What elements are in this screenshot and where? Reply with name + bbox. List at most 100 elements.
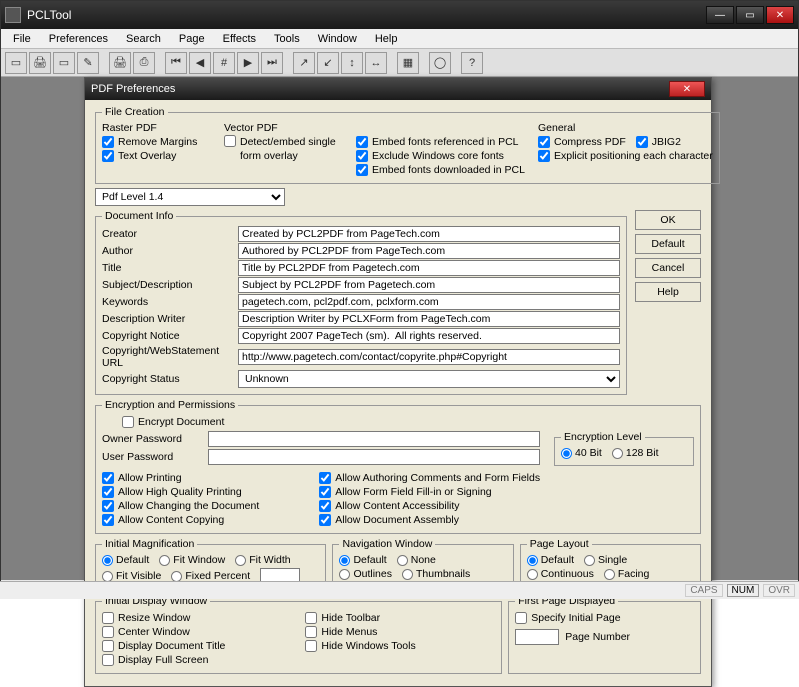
menu-help[interactable]: Help: [367, 31, 406, 47]
user-password-input[interactable]: [208, 449, 540, 465]
toolbar-button-a[interactable]: ↗: [293, 52, 315, 74]
exclude-core-checkbox[interactable]: [356, 150, 368, 162]
encrypt-doc-checkbox[interactable]: [122, 416, 134, 428]
display-title-checkbox[interactable]: [102, 640, 114, 652]
resize-window-checkbox[interactable]: [102, 612, 114, 624]
nav-thumbnails-radio[interactable]: [402, 569, 413, 580]
file-creation-group: File Creation Raster PDF Remove Margins …: [95, 106, 720, 184]
menu-search[interactable]: Search: [118, 31, 169, 47]
close-button[interactable]: ✕: [766, 6, 794, 24]
detect-embed-checkbox[interactable]: [224, 135, 236, 147]
menu-preferences[interactable]: Preferences: [41, 31, 116, 47]
mag-default-radio[interactable]: [102, 555, 113, 566]
descwriter-input[interactable]: [238, 311, 620, 327]
next-page-button[interactable]: ▶: [237, 52, 259, 74]
layout-continuous-radio[interactable]: [527, 569, 538, 580]
layout-single-radio[interactable]: [584, 555, 595, 566]
toolbar-button-e[interactable]: ▦: [397, 52, 419, 74]
menu-effects[interactable]: Effects: [215, 31, 264, 47]
toolbar-button-c[interactable]: ↕: [341, 52, 363, 74]
embed-down-checkbox[interactable]: [356, 164, 368, 176]
author-input[interactable]: [238, 243, 620, 259]
menu-page[interactable]: Page: [171, 31, 213, 47]
keywords-input[interactable]: [238, 294, 620, 310]
help-button[interactable]: Help: [635, 282, 701, 302]
toolbar-button-2[interactable]: 🖨: [29, 52, 51, 74]
status-num: NUM: [727, 584, 760, 597]
allow-authoring-checkbox[interactable]: [319, 472, 331, 484]
text-overlay-checkbox[interactable]: [102, 150, 114, 162]
raster-pdf-head: Raster PDF: [102, 122, 212, 134]
maximize-button[interactable]: ▭: [736, 6, 764, 24]
toolbar-button-5[interactable]: 🖨: [109, 52, 131, 74]
default-button[interactable]: Default: [635, 234, 701, 254]
remove-margins-checkbox[interactable]: [102, 136, 114, 148]
menu-tools[interactable]: Tools: [266, 31, 308, 47]
center-window-checkbox[interactable]: [102, 626, 114, 638]
content-area: PDF Preferences ✕ File Creation Raster P…: [1, 77, 798, 580]
cancel-button[interactable]: Cancel: [635, 258, 701, 278]
jbig2-checkbox[interactable]: [636, 136, 648, 148]
layout-facing-radio[interactable]: [604, 569, 615, 580]
mag-fitwidth-radio[interactable]: [235, 555, 246, 566]
creator-input[interactable]: [238, 226, 620, 242]
mag-fixed-radio[interactable]: [171, 571, 182, 582]
allow-fill-checkbox[interactable]: [319, 486, 331, 498]
prev-page-button[interactable]: ◀: [189, 52, 211, 74]
toolbar-help-button[interactable]: ?: [461, 52, 483, 74]
compress-pdf-checkbox[interactable]: [538, 136, 550, 148]
allow-printing-checkbox[interactable]: [102, 472, 114, 484]
mag-fitvisible-radio[interactable]: [102, 571, 113, 582]
hide-toolbar-checkbox[interactable]: [305, 612, 317, 624]
toolbar-button-b[interactable]: ↙: [317, 52, 339, 74]
subject-input[interactable]: [238, 277, 620, 293]
toolbar-button-d[interactable]: ↔: [365, 52, 387, 74]
main-titlebar: PCLTool — ▭ ✕: [1, 1, 798, 29]
allow-hq-checkbox[interactable]: [102, 486, 114, 498]
menubar: File Preferences Search Page Effects Too…: [1, 29, 798, 49]
pdf-level-select[interactable]: Pdf Level 1.4: [95, 188, 285, 206]
owner-password-input[interactable]: [208, 431, 540, 447]
allow-assembly-checkbox[interactable]: [319, 514, 331, 526]
nav-outlines-radio[interactable]: [339, 569, 350, 580]
specify-initial-checkbox[interactable]: [515, 612, 527, 624]
mag-fitwindow-radio[interactable]: [159, 555, 170, 566]
copynotice-input[interactable]: [238, 328, 620, 344]
minimize-button[interactable]: —: [706, 6, 734, 24]
title-input[interactable]: [238, 260, 620, 276]
display-fullscreen-checkbox[interactable]: [102, 654, 114, 666]
hide-wintools-checkbox[interactable]: [305, 640, 317, 652]
copystatus-select[interactable]: Unknown: [238, 370, 620, 388]
layout-default-radio[interactable]: [527, 555, 538, 566]
ok-button[interactable]: OK: [635, 210, 701, 230]
copyurl-input[interactable]: [238, 349, 620, 365]
explicit-pos-checkbox[interactable]: [538, 150, 550, 162]
initial-display-group: Initial Display Window Resize Window Cen…: [95, 595, 502, 674]
menu-window[interactable]: Window: [310, 31, 365, 47]
app-title: PCLTool: [27, 8, 706, 22]
nav-default-radio[interactable]: [339, 555, 350, 566]
allow-change-checkbox[interactable]: [102, 500, 114, 512]
toolbar-button-4[interactable]: ✎: [77, 52, 99, 74]
goto-page-button[interactable]: #: [213, 52, 235, 74]
first-page-button[interactable]: ⏮: [165, 52, 187, 74]
status-ovr: OVR: [763, 584, 795, 597]
toolbar-button-6[interactable]: ⎙: [133, 52, 155, 74]
dialog-title: PDF Preferences: [91, 83, 669, 95]
enc-128bit-radio[interactable]: [612, 448, 623, 459]
toolbar-button-1[interactable]: ▭: [5, 52, 27, 74]
embed-ref-checkbox[interactable]: [356, 136, 368, 148]
page-number-input[interactable]: [515, 629, 559, 645]
last-page-button[interactable]: ⏭: [261, 52, 283, 74]
allow-access-checkbox[interactable]: [319, 500, 331, 512]
hide-menus-checkbox[interactable]: [305, 626, 317, 638]
first-page-group: First Page Displayed Specify Initial Pag…: [508, 595, 701, 674]
dialog-close-button[interactable]: ✕: [669, 81, 705, 97]
toolbar-button-f[interactable]: ◯: [429, 52, 451, 74]
toolbar-button-3[interactable]: ▭: [53, 52, 75, 74]
allow-copy-checkbox[interactable]: [102, 514, 114, 526]
nav-none-radio[interactable]: [397, 555, 408, 566]
statusbar: CAPS NUM OVR: [0, 581, 799, 599]
menu-file[interactable]: File: [5, 31, 39, 47]
enc-40bit-radio[interactable]: [561, 448, 572, 459]
